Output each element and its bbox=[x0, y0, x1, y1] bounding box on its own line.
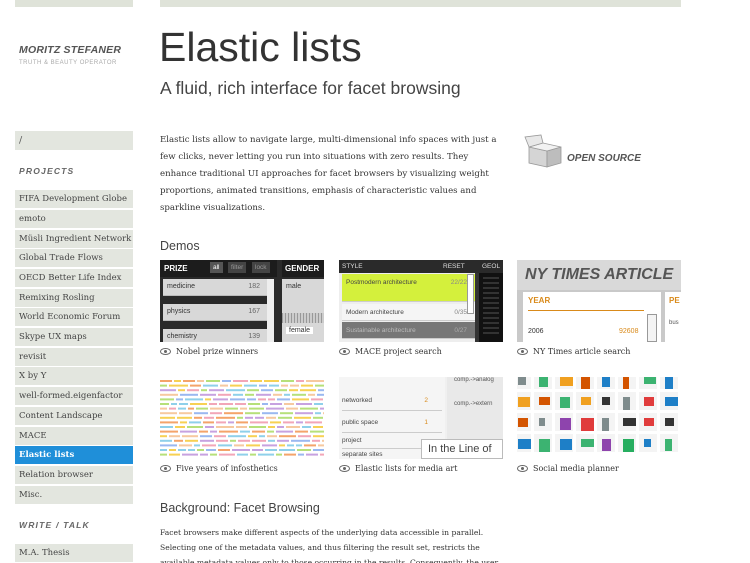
social-media-tiles bbox=[517, 377, 678, 452]
projects-heading: PROJECTS bbox=[19, 166, 75, 176]
nobel-prize-label: PRIZE bbox=[164, 264, 188, 273]
nav-item-wef[interactable]: World Economic Forum bbox=[15, 308, 133, 326]
nav-item-rosling[interactable]: Remixing Rosling bbox=[15, 289, 133, 307]
nyt-title: NY TIMES ARTICLE bbox=[517, 260, 681, 290]
media-art-right-text: comp.->extern bbox=[454, 401, 493, 407]
media-art-row: networked 2 bbox=[342, 393, 442, 411]
nav-item-elastic-lists[interactable]: Elastic lists bbox=[15, 446, 133, 464]
mace-geo-column bbox=[479, 273, 503, 342]
intro-paragraph: Elastic lists allow to navigate large, m… bbox=[160, 135, 497, 213]
author-name[interactable]: MORITZ STEFANER bbox=[19, 44, 121, 56]
author-block[interactable]: MORITZ STEFANER TRUTH & BEAUTY OPERATOR bbox=[19, 44, 121, 66]
demo-caption-media-art[interactable]: Elastic lists for media art bbox=[339, 464, 457, 473]
infosthetics-stripes bbox=[160, 380, 324, 456]
eye-icon bbox=[339, 465, 350, 472]
mace-style-label: STYLE bbox=[342, 263, 363, 270]
eye-icon bbox=[339, 348, 350, 355]
nav-item-content-landscape[interactable]: Content Landscape bbox=[15, 407, 133, 425]
mace-scrollbar bbox=[467, 274, 474, 314]
open-source-label[interactable]: OPEN SOURCE bbox=[567, 153, 641, 164]
nav-item-misc[interactable]: Misc. bbox=[15, 486, 133, 504]
nobel-row: chemistry 139 bbox=[163, 329, 274, 342]
mace-geo-label: GEOL bbox=[482, 263, 501, 270]
nav-item-trade-flows[interactable]: Global Trade Flows bbox=[15, 249, 133, 267]
demo-thumb-infosthetics[interactable] bbox=[160, 377, 324, 459]
nobel-gender-column: male female bbox=[282, 279, 324, 342]
demo-caption-social-media[interactable]: Social media planner bbox=[517, 464, 619, 473]
author-tagline: TRUTH & BEAUTY OPERATOR bbox=[19, 60, 117, 66]
page-title: Elastic lists bbox=[159, 24, 362, 70]
page-subtitle: A fluid, rich interface for facet browsi… bbox=[160, 78, 461, 98]
demo-thumb-nyt[interactable]: NY TIMES ARTICLE YEAR 2006 92608 PE bus bbox=[517, 260, 681, 342]
nobel-filter-all: all bbox=[210, 262, 223, 273]
nobel-row: medicine 182 bbox=[163, 279, 274, 296]
eye-icon bbox=[160, 348, 171, 355]
demo-caption-nyt[interactable]: NY Times article search bbox=[517, 347, 630, 356]
demo-thumb-mace[interactable]: STYLE RESET GEOL Postmodern architecture… bbox=[339, 260, 503, 342]
demo-thumb-nobel[interactable]: PRIZE all filter lock GENDER medicine 182… bbox=[160, 260, 324, 342]
media-art-row: public space 1 bbox=[342, 415, 442, 433]
top-bar-left bbox=[15, 0, 133, 7]
mace-reset-label: RESET bbox=[443, 263, 465, 270]
media-art-overlay: In the Line of bbox=[421, 439, 503, 459]
demo-thumb-social-media[interactable] bbox=[517, 377, 681, 459]
nav-home-link[interactable]: / bbox=[15, 131, 133, 150]
demo-caption-infosthetics[interactable]: Five years of infosthetics bbox=[160, 464, 278, 473]
eye-icon bbox=[517, 465, 528, 472]
nav-item-revisit[interactable]: revisit bbox=[15, 348, 133, 366]
nyt-pe-panel: PE bus bbox=[665, 292, 681, 342]
mace-header: STYLE RESET GEOL bbox=[339, 260, 503, 273]
mace-row: Modern architecture 0/35 bbox=[342, 304, 475, 321]
nobel-gender-header: GENDER bbox=[282, 260, 324, 277]
open-box-icon bbox=[524, 134, 562, 168]
eye-icon bbox=[517, 348, 528, 355]
mace-row: Sustainable architecture 0/27 bbox=[342, 322, 475, 339]
media-art-top-text: comp.->analog bbox=[454, 377, 494, 383]
nav-item-musli[interactable]: Müsli Ingredient Network bbox=[15, 230, 133, 248]
demo-thumb-media-art[interactable]: comp.->analog comp.->extern networked 2 p… bbox=[339, 377, 503, 459]
nav-item-emoto[interactable]: emoto bbox=[15, 210, 133, 228]
demo-caption-mace[interactable]: MACE project search bbox=[339, 347, 442, 356]
nobel-filter-lock: lock bbox=[252, 262, 270, 273]
nav-item-fifa[interactable]: FIFA Development Globe bbox=[15, 190, 133, 208]
nobel-scrollbar bbox=[267, 279, 274, 342]
nav-item-eigenfactor[interactable]: well-formed.eigenfactor bbox=[15, 387, 133, 405]
nav-item-relation-browser[interactable]: Relation browser bbox=[15, 466, 133, 484]
demos-heading: Demos bbox=[160, 239, 200, 253]
nav-item-oecd[interactable]: OECD Better Life Index bbox=[15, 269, 133, 287]
nobel-row: physics 167 bbox=[163, 304, 274, 321]
nobel-prize-header: PRIZE all filter lock bbox=[160, 260, 277, 277]
nobel-filter-filter: filter bbox=[228, 262, 247, 273]
mace-row-selected: Postmodern architecture 22/22 bbox=[342, 274, 475, 302]
demo-caption-nobel[interactable]: Nobel prize winners bbox=[160, 347, 258, 356]
write-talk-heading: WRITE / TALK bbox=[19, 520, 90, 530]
background-heading: Background: Facet Browsing bbox=[160, 501, 320, 515]
nav-item-skype[interactable]: Skype UX maps bbox=[15, 328, 133, 346]
nav-item-x-by-y[interactable]: X by Y bbox=[15, 367, 133, 385]
nobel-gender-label: GENDER bbox=[285, 264, 320, 273]
nav-item-thesis[interactable]: M.A. Thesis bbox=[15, 544, 133, 562]
nyt-year-panel: YEAR 2006 92608 bbox=[523, 292, 661, 342]
nav-item-mace[interactable]: MACE bbox=[15, 427, 133, 445]
top-bar-right bbox=[160, 0, 681, 7]
background-paragraph: Facet browsers make different aspects of… bbox=[160, 528, 499, 563]
eye-icon bbox=[160, 465, 171, 472]
